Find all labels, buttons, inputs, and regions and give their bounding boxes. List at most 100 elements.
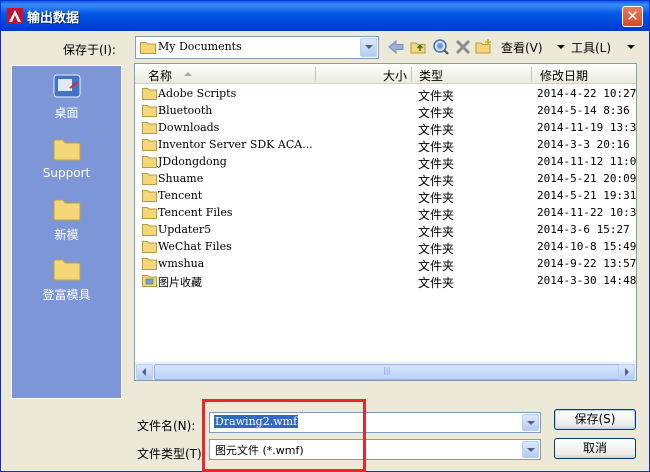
column-divider[interactable] [411,67,412,81]
export-data-dialog: 输出数据 ✕ 保存于(I): My Documents 查看(V) 工具(L) [0,0,650,472]
folder-icon [53,259,80,281]
file-type: 文件夹 [418,208,455,222]
place-dengfu-mold[interactable]: 登富模具 [12,254,121,303]
column-divider[interactable] [315,67,316,81]
file-name[interactable]: Bluetooth [158,104,212,117]
views-dropdown-icon[interactable] [557,45,565,49]
chevron-down-icon[interactable] [360,38,377,57]
chevron-down-icon[interactable] [522,441,539,458]
file-name[interactable]: wmshua [158,257,204,270]
folder-icon [140,42,156,54]
file-modified: 2014-3-6 15:27 [537,223,630,236]
file-name[interactable]: Tencent [158,189,202,202]
file-name[interactable]: WeChat Files [158,240,232,253]
file-row[interactable]: JDdongdong 文件夹 2014-11-12 11:07 [135,154,636,171]
desktop-icon [53,74,80,98]
place-desktop[interactable]: 桌面 [12,72,121,121]
folder-icon [142,88,157,100]
folder-icon [142,190,157,202]
file-type: 文件夹 [418,225,455,239]
column-divider[interactable] [531,67,532,81]
file-name[interactable]: JDdongdong [158,155,227,168]
views-menu[interactable]: 查看(V) [501,39,543,56]
file-name[interactable]: 图片收藏 [158,274,202,290]
save-button[interactable]: 保存(S) [554,409,636,430]
new-folder-icon[interactable] [475,38,493,56]
folder-icon [53,139,80,161]
file-row[interactable]: WeChat Files 文件夹 2014-10-8 15:49 [135,239,636,256]
place-support[interactable]: Support [12,134,121,180]
folder-icon [142,207,157,219]
file-row[interactable]: Shuame 文件夹 2014-5-21 20:09 [135,171,636,188]
place-label: 新模 [54,228,79,242]
file-modified: 2014-5-21 20:09 [537,172,637,185]
file-modified: 2014-10-8 15:49 [537,240,637,253]
pictures-folder-icon [142,275,157,287]
file-row[interactable]: Updater5 文件夹 2014-3-6 15:27 [135,222,636,239]
up-folder-icon[interactable] [410,38,428,56]
file-name[interactable]: Updater5 [158,223,211,236]
places-bar: 桌面 Support 新模 登富模具 [11,65,122,399]
file-type: 文件夹 [418,106,455,120]
scroll-left-icon[interactable] [136,364,153,380]
file-modified: 2014-5-21 19:31 [537,189,637,202]
folder-icon [142,258,157,270]
column-name[interactable]: 名称 [148,67,172,84]
file-row[interactable]: 图片收藏 文件夹 2014-3-30 14:48 [135,273,636,290]
chevron-down-icon[interactable] [522,414,539,431]
file-row[interactable]: Tencent 文件夹 2014-5-21 19:31 [135,188,636,205]
file-row[interactable]: wmshua 文件夹 2014-9-22 13:57 [135,256,636,273]
close-button[interactable]: ✕ [622,6,643,27]
file-type: 文件夹 [418,259,455,273]
file-list[interactable]: 名称 大小 类型 修改日期 Adobe Scripts 文件夹 2014-4-22 … [134,63,637,381]
save-in-dropdown[interactable]: My Documents [135,36,379,59]
highlight-annotation-box [202,399,366,472]
cancel-button[interactable]: 取消 [554,438,636,459]
file-name[interactable]: Inventor Server SDK ACA... [158,138,313,151]
folder-icon [142,139,157,151]
file-name[interactable]: Tencent Files [158,206,233,219]
file-type: 文件夹 [418,276,455,290]
filetype-label: 文件类型(T): [137,447,206,461]
file-type: 文件夹 [418,140,455,154]
file-row[interactable]: Downloads 文件夹 2014-11-19 13:36 [135,120,636,137]
folder-icon [142,224,157,236]
search-web-icon[interactable] [432,38,450,56]
place-label: 登富模具 [42,288,91,302]
scroll-right-icon[interactable] [618,364,635,380]
file-modified: 2014-4-22 10:27 [537,87,637,100]
tools-dropdown-icon[interactable] [627,45,635,49]
file-modified: 2014-11-19 13:36 [537,121,637,134]
file-type: 文件夹 [418,89,455,103]
place-xinmo[interactable]: 新模 [12,194,121,243]
folder-icon [142,156,157,168]
file-type: 文件夹 [418,123,455,137]
scrollbar-thumb[interactable] [154,364,624,380]
file-type: 文件夹 [418,174,455,188]
horizontal-scrollbar[interactable] [135,362,636,380]
file-name[interactable]: Adobe Scripts [158,87,236,100]
file-type: 文件夹 [418,242,455,256]
folder-icon [53,199,80,221]
tools-menu[interactable]: 工具(L) [571,39,611,56]
folder-icon [142,105,157,117]
file-name[interactable]: Shuame [158,172,203,185]
file-modified: 2014-3-30 14:48 [537,274,637,287]
column-modified[interactable]: 修改日期 [540,67,588,84]
delete-icon[interactable] [454,38,472,56]
close-icon: ✕ [626,7,639,25]
column-type[interactable]: 类型 [419,67,443,84]
file-row[interactable]: Tencent Files 文件夹 2014-11-22 10:32 [135,205,636,222]
file-row[interactable]: Bluetooth 文件夹 2014-5-14 8:36 [135,103,636,120]
column-size[interactable]: 大小 [383,67,407,84]
autocad-logo-icon [7,8,23,24]
save-in-value: My Documents [158,40,242,53]
file-modified: 2014-11-12 11:07 [537,155,637,168]
file-type: 文件夹 [418,157,455,171]
back-icon[interactable] [387,38,405,56]
file-row[interactable]: Adobe Scripts 文件夹 2014-4-22 10:27 [135,86,636,103]
file-type: 文件夹 [418,191,455,205]
file-row[interactable]: Inventor Server SDK ACA... 文件夹 2014-3-3 20… [135,137,636,154]
file-name[interactable]: Downloads [158,121,219,134]
sort-ascending-icon [184,72,192,76]
